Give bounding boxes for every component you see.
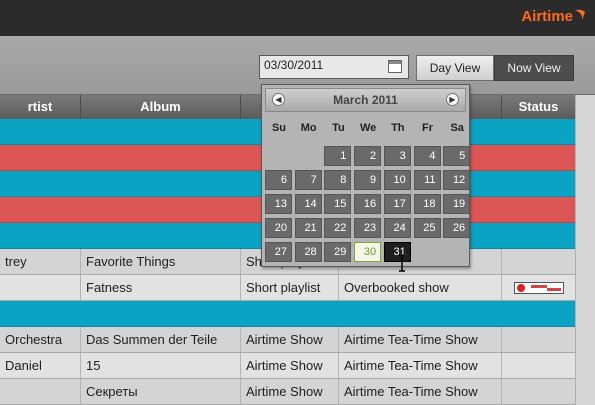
calendar-day[interactable]: 7 xyxy=(294,170,322,190)
calendar-day[interactable]: 13 xyxy=(265,194,292,214)
calendar-day[interactable]: 18 xyxy=(413,194,441,214)
top-bar: Airtime xyxy=(0,0,595,36)
airtime-logo[interactable]: Airtime xyxy=(521,8,585,25)
text-cursor-icon xyxy=(399,254,405,272)
cell-status xyxy=(502,249,575,274)
calendar-day[interactable]: 9 xyxy=(354,170,382,190)
weekday-label: Sa xyxy=(450,122,464,134)
cell-playlist: Airtime Show xyxy=(241,379,339,404)
cell-album: Fatness xyxy=(81,275,241,300)
calendar-day[interactable]: 26 xyxy=(443,218,471,238)
calendar-day[interactable]: 28 xyxy=(294,242,322,262)
cell-artist: Daniel xyxy=(0,353,81,378)
brand-swoosh-icon xyxy=(575,9,585,20)
cell-playlist: Short playlist xyxy=(241,275,339,300)
weekday-label: We xyxy=(359,122,377,134)
cell-status xyxy=(502,353,575,378)
calendar-day[interactable]: 15 xyxy=(324,194,352,214)
date-input[interactable]: 03/30/2011 xyxy=(259,55,409,79)
now-view-button[interactable]: Now View xyxy=(494,55,574,81)
cell-artist xyxy=(0,275,81,300)
cell-show: Overbooked show xyxy=(339,275,502,300)
calendar-day[interactable]: 29 xyxy=(324,242,352,262)
calendar-day[interactable]: 16 xyxy=(354,194,382,214)
table-row[interactable]: Секреты Airtime Show Airtime Tea-Time Show xyxy=(0,379,575,405)
calendar-day[interactable]: 11 xyxy=(413,170,441,190)
calendar-day[interactable]: 27 xyxy=(265,242,292,262)
calendar-icon[interactable] xyxy=(388,60,402,73)
cell-playlist: Airtime Show xyxy=(241,353,339,378)
calendar-day[interactable]: 10 xyxy=(383,170,411,190)
day-view-button[interactable]: Day View xyxy=(416,55,494,81)
cell-status xyxy=(502,327,575,352)
month-title: March 2011 xyxy=(333,93,398,107)
header-artist[interactable]: rtist xyxy=(0,95,81,119)
calendar-day[interactable]: 23 xyxy=(354,218,382,238)
cell-artist xyxy=(0,379,81,404)
calendar-day[interactable]: 25 xyxy=(413,218,441,238)
datepicker-header: ◀ March 2011 ▶ xyxy=(265,88,466,112)
table-row[interactable]: Orchestra Das Summen der Teile Airtime Sho… xyxy=(0,327,575,353)
brand-name: Airtime xyxy=(521,8,573,25)
cell-artist: trey xyxy=(0,249,81,274)
overbooked-status-icon xyxy=(514,282,564,294)
day-view-label: Day View xyxy=(429,61,481,75)
weekday-label: Tu xyxy=(332,122,345,134)
table-row[interactable]: Fatness Short playlist Overbooked show xyxy=(0,275,575,301)
cell-playlist: Airtime Show xyxy=(241,327,339,352)
calendar-day[interactable]: 30 xyxy=(354,242,382,262)
calendar-day[interactable]: 14 xyxy=(294,194,322,214)
header-album[interactable]: Album xyxy=(81,95,241,119)
cell-album: Das Summen der Teile xyxy=(81,327,241,352)
header-status[interactable]: Status xyxy=(502,95,575,119)
calendar-day[interactable]: 3 xyxy=(383,146,411,166)
weekday-label: Mo xyxy=(300,122,317,134)
cell-album: Секреты xyxy=(81,379,241,404)
calendar-day[interactable]: 24 xyxy=(383,218,411,238)
calendar-day[interactable]: 5 xyxy=(443,146,471,166)
cell-album: 15 xyxy=(81,353,241,378)
calendar-day[interactable]: 4 xyxy=(413,146,441,166)
next-arrow-icon[interactable]: ▶ xyxy=(446,93,459,106)
scrollbar[interactable] xyxy=(575,95,595,405)
calendar-day[interactable]: 19 xyxy=(443,194,471,214)
cell-show: Airtime Tea-Time Show xyxy=(339,379,502,404)
date-input-value: 03/30/2011 xyxy=(264,58,324,72)
table-row[interactable]: Daniel 15 Airtime Show Airtime Tea-Time Sho… xyxy=(0,353,575,379)
now-view-label: Now View xyxy=(507,61,561,75)
calendar-day[interactable]: 22 xyxy=(324,218,352,238)
calendar-day[interactable]: 12 xyxy=(443,170,471,190)
calendar-day[interactable]: 8 xyxy=(324,170,352,190)
calendar-day[interactable]: 20 xyxy=(265,218,292,238)
calendar-day[interactable]: 6 xyxy=(265,170,292,190)
calendar-day[interactable]: 1 xyxy=(324,146,352,166)
cell-status xyxy=(502,379,575,404)
weekday-label: Fr xyxy=(422,122,433,134)
calendar-day[interactable]: 2 xyxy=(354,146,382,166)
calendar-day[interactable]: 21 xyxy=(294,218,322,238)
weekday-label: Su xyxy=(271,122,287,134)
show-header-row[interactable] xyxy=(0,301,575,327)
cell-artist: Orchestra xyxy=(0,327,81,352)
weekday-label: Th xyxy=(391,122,405,134)
cell-show: Airtime Tea-Time Show xyxy=(339,353,502,378)
cell-album: Favorite Things xyxy=(81,249,241,274)
calendar-day[interactable]: 17 xyxy=(383,194,411,214)
cell-show: Airtime Tea-Time Show xyxy=(339,327,502,352)
datepicker-popup: ◀ March 2011 ▶ Su Mo Tu We Th Fr Sa 1 2 3 4 5 6 7 8 9 10… xyxy=(261,84,471,267)
